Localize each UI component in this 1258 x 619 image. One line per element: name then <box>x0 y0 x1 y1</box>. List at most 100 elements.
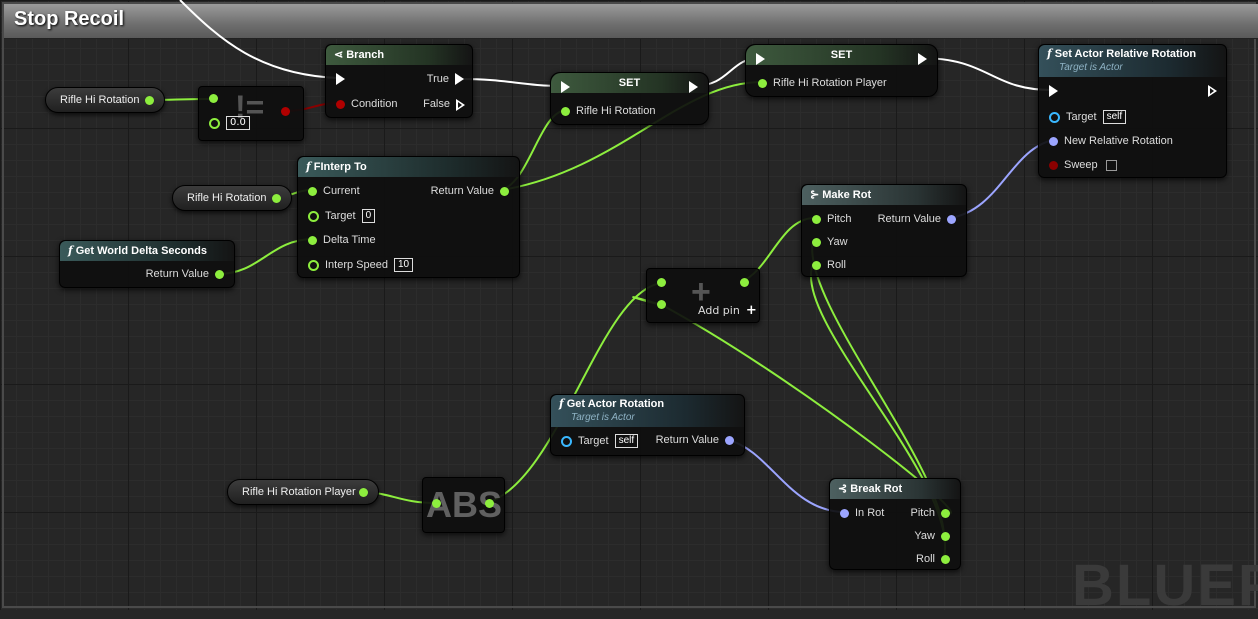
add-pin-button[interactable]: Add pin + <box>698 303 757 318</box>
break-rot-node[interactable]: ⊰ Break Rot In Rot Pitch Yaw Roll <box>829 478 961 570</box>
blueprint-watermark: BLUEPRINT <box>1072 553 1258 618</box>
set-actor-relative-rotation-header: f Set Actor Relative Rotation Target is A… <box>1039 45 1226 77</box>
yaw-label: Yaw <box>827 236 848 248</box>
input-pin[interactable] <box>432 499 441 508</box>
new-rotation-label: New Relative Rotation <box>1064 135 1173 147</box>
rifle-hi-rotation-getter[interactable]: Rifle Hi Rotation <box>45 87 165 113</box>
rifle-hi-rotation-player-getter[interactable]: Rifle Hi Rotation Player <box>227 479 379 505</box>
sweep-pin[interactable]: Sweep <box>1049 159 1117 171</box>
var-label: Rifle Hi Rotation <box>187 192 267 204</box>
finterp-to-node[interactable]: f FInterp To Current Return Value Target 0… <box>297 156 520 278</box>
input-b-pin[interactable]: 0.0 <box>209 116 250 130</box>
pitch-label: Pitch <box>910 507 935 519</box>
current-pin[interactable]: Current <box>308 185 360 197</box>
exec-output-pin[interactable] <box>1208 85 1217 97</box>
target-value[interactable]: 0 <box>361 209 376 223</box>
branch-header: ⋖ Branch <box>326 45 472 65</box>
target-pin[interactable]: Target self <box>1049 110 1127 124</box>
not-equal-node[interactable]: != 0.0 <box>198 86 304 141</box>
break-rot-icon: ⊰ <box>838 483 848 495</box>
roll-label: Roll <box>827 259 846 271</box>
branch-node[interactable]: ⋖ Branch True Condition False <box>325 44 473 118</box>
get-world-delta-seconds-node[interactable]: f Get World Delta Seconds Return Value <box>59 240 235 288</box>
false-label: False <box>423 98 450 110</box>
rifle-hi-rotation-input-pin[interactable]: Rifle Hi Rotation <box>561 105 655 117</box>
exec-output-pin[interactable] <box>918 53 927 65</box>
abs-node[interactable]: ABS <box>422 477 505 533</box>
return-label: Return Value <box>430 185 494 197</box>
add-node[interactable]: + Add pin + <box>646 268 760 323</box>
return-value-pin[interactable]: Return Value <box>146 268 224 280</box>
target-value[interactable]: self <box>614 434 639 448</box>
float-output-pin[interactable] <box>359 488 368 497</box>
input-b-value[interactable]: 0.0 <box>226 116 250 130</box>
exec-input-pin[interactable] <box>561 81 570 93</box>
pin-label: Rifle Hi Rotation Player <box>773 77 887 89</box>
delta-header: f Get World Delta Seconds <box>60 241 234 261</box>
target-value[interactable]: self <box>1102 110 1127 124</box>
interp-speed-pin[interactable]: Interp Speed 10 <box>308 258 414 272</box>
yaw-output-pin[interactable]: Yaw <box>914 530 950 542</box>
true-exec-pin[interactable]: True <box>427 73 464 85</box>
input-b-pin[interactable] <box>657 300 666 309</box>
delta-time-pin[interactable]: Delta Time <box>308 234 376 246</box>
new-relative-rotation-pin[interactable]: New Relative Rotation <box>1049 135 1173 147</box>
function-icon: f <box>68 244 73 257</box>
false-exec-pin[interactable]: False <box>423 98 465 111</box>
rifle-hi-rotation-getter-2[interactable]: Rifle Hi Rotation <box>172 185 292 211</box>
return-value-pin[interactable]: Return Value <box>878 213 956 225</box>
yaw-pin[interactable]: Yaw <box>812 236 848 248</box>
exec-output-pin[interactable] <box>689 81 698 93</box>
condition-label: Condition <box>351 98 398 110</box>
sweep-checkbox[interactable] <box>1105 159 1117 171</box>
condition-pin[interactable]: Condition <box>336 98 397 110</box>
target-label: Target <box>325 210 356 222</box>
speed-label: Interp Speed <box>325 259 388 271</box>
input-a-pin[interactable] <box>657 278 666 287</box>
branch-icon: ⋖ <box>334 49 344 61</box>
make-rot-node[interactable]: ⊱ Make Rot Pitch Return Value Yaw Roll <box>801 184 967 277</box>
set-header: SET <box>551 73 708 93</box>
set-rifle-hi-rotation-player-node[interactable]: SET Rifle Hi Rotation Player <box>745 44 938 97</box>
target-label: Target <box>1066 111 1097 123</box>
target-label: Target <box>578 435 609 447</box>
node-subtitle: Target is Actor <box>1059 62 1123 73</box>
float-output-pin[interactable] <box>145 96 154 105</box>
roll-label: Roll <box>916 553 935 565</box>
target-pin[interactable]: Target 0 <box>308 209 376 223</box>
input-a-pin[interactable] <box>209 94 218 103</box>
pitch-output-pin[interactable]: Pitch <box>911 507 950 519</box>
make-rot-icon: ⊱ <box>810 189 820 201</box>
node-title: Break Rot <box>850 483 903 495</box>
branch-title: Branch <box>346 49 385 61</box>
node-title: Get World Delta Seconds <box>75 245 207 257</box>
set-header: SET <box>746 45 937 65</box>
function-icon: f <box>1047 47 1052 60</box>
node-subtitle: Target is Actor <box>571 412 635 423</box>
return-value-pin[interactable]: Return Value <box>656 434 734 446</box>
set-actor-relative-rotation-node[interactable]: f Set Actor Relative Rotation Target is A… <box>1038 44 1227 178</box>
set-rifle-hi-rotation-node[interactable]: SET Rifle Hi Rotation <box>550 72 709 125</box>
speed-value[interactable]: 10 <box>394 258 414 272</box>
roll-pin[interactable]: Roll <box>812 259 846 271</box>
exec-input-pin[interactable] <box>756 53 765 65</box>
pitch-pin[interactable]: Pitch <box>812 213 851 225</box>
get-actor-rotation-node[interactable]: f Get Actor Rotation Target is Actor Targ… <box>550 394 745 456</box>
target-pin[interactable]: Target self <box>561 434 639 448</box>
bool-output-pin[interactable] <box>281 107 290 116</box>
exec-input-pin[interactable] <box>1049 85 1058 97</box>
output-pin[interactable] <box>740 278 749 287</box>
rifle-hi-rotation-player-input-pin[interactable]: Rifle Hi Rotation Player <box>758 77 887 89</box>
graph-title-bar: Stop Recoil <box>4 4 1258 39</box>
plus-icon: + <box>745 303 757 318</box>
finterp-header: f FInterp To <box>298 157 519 177</box>
in-rot-pin[interactable]: In Rot <box>840 507 884 519</box>
roll-output-pin[interactable]: Roll <box>916 553 950 565</box>
output-pin[interactable] <box>485 499 494 508</box>
delta-label: Delta Time <box>323 234 376 246</box>
float-output-pin[interactable] <box>272 194 281 203</box>
exec-input-pin[interactable] <box>336 73 345 85</box>
sweep-label: Sweep <box>1064 159 1098 171</box>
return-value-pin[interactable]: Return Value <box>431 185 509 197</box>
in-rot-label: In Rot <box>855 507 885 519</box>
